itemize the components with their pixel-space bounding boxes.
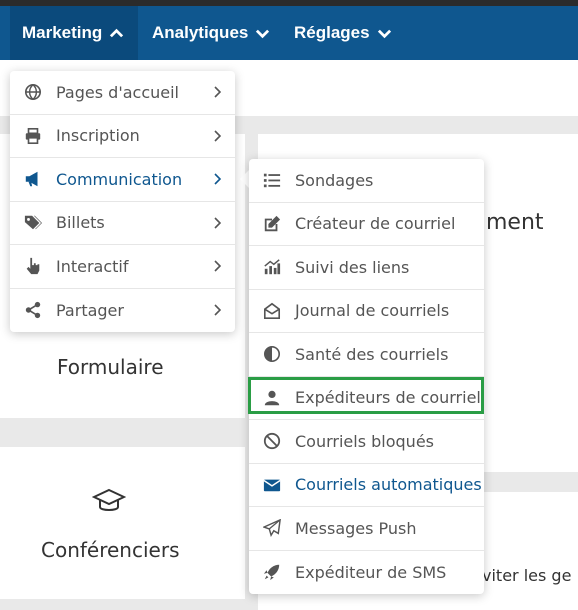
menu-item-interactif[interactable]: Interactif (10, 245, 235, 289)
partial-title-right: ment (486, 210, 544, 235)
submenu-caret (240, 170, 249, 188)
tags-icon (23, 213, 43, 233)
submenu-item-label: Courriels automatiques (295, 475, 482, 495)
nav-reglages-label: Réglages (294, 23, 370, 42)
submenu-item-label: Courriels bloqués (295, 431, 434, 451)
chevron-right-icon (214, 130, 221, 142)
chevron-up-icon (110, 28, 124, 37)
menu-item-pages-accueil[interactable]: Pages d'accueil (10, 71, 235, 115)
edit-icon (262, 214, 282, 234)
conferenciers-card[interactable] (0, 447, 245, 599)
submenu-item-label: Créateur de courriel (295, 214, 456, 234)
paper-plane-icon (262, 518, 282, 538)
submenu-item-label: Expéditeur de SMS (295, 562, 447, 582)
submenu-item-courriels-automatiques[interactable]: Courriels automatiques (249, 464, 484, 507)
chevron-down-icon (256, 29, 270, 38)
menu-item-label: Partager (56, 300, 124, 320)
marketing-dropdown: Pages d'accueil Inscription Communicatio… (10, 71, 235, 332)
list-icon (262, 170, 282, 190)
envelope-open-icon (262, 301, 282, 321)
ban-icon (262, 431, 282, 451)
submenu-item-label: Journal de courriels (295, 301, 450, 321)
nav-marketing[interactable]: Marketing (10, 6, 138, 60)
submenu-item-courriels-bloques[interactable]: Courriels bloqués (249, 420, 484, 464)
menu-item-label: Pages d'accueil (56, 82, 179, 102)
graduation-cap-icon (92, 488, 126, 511)
partial-text-right: viter les ge (482, 566, 572, 585)
menu-item-communication[interactable]: Communication (10, 158, 235, 202)
submenu-item-label: Santé des courriels (295, 344, 449, 364)
nav-analytiques-label: Analytiques (152, 23, 249, 42)
half-circle-icon (262, 344, 282, 364)
hand-pointer-icon (23, 256, 43, 276)
submenu-item-suivi-liens[interactable]: Suivi des liens (249, 246, 484, 290)
envelope-icon (262, 475, 282, 495)
submenu-item-label: Suivi des liens (295, 257, 410, 277)
submenu-item-label: Messages Push (295, 518, 417, 538)
chevron-right-icon (214, 260, 221, 272)
menu-item-partager[interactable]: Partager (10, 289, 235, 333)
chevron-right-icon (214, 173, 221, 185)
submenu-item-label: Sondages (295, 170, 374, 190)
menu-item-label: Communication (56, 169, 183, 189)
submenu-item-messages-push[interactable]: Messages Push (249, 507, 484, 551)
chevron-right-icon (214, 304, 221, 316)
share-icon (23, 300, 43, 320)
chevron-right-icon (214, 86, 221, 98)
menu-item-inscription[interactable]: Inscription (10, 115, 235, 158)
formulaire-title: Formulaire (57, 355, 164, 379)
megaphone-icon (23, 169, 43, 189)
nav-analytiques[interactable]: Analytiques (152, 6, 270, 60)
nav-reglages[interactable]: Réglages (294, 6, 392, 60)
submenu-item-sondages[interactable]: Sondages (249, 159, 484, 203)
conferenciers-title: Conférenciers (41, 538, 180, 562)
highlight-box (248, 377, 484, 414)
submenu-item-createur-courriel[interactable]: Créateur de courriel (249, 203, 484, 246)
chart-icon (262, 257, 282, 277)
globe-icon (23, 82, 43, 102)
menu-item-label: Interactif (56, 256, 129, 276)
chevron-down-icon (377, 29, 391, 38)
printer-icon (23, 126, 43, 146)
submenu-item-sante-courriels[interactable]: Santé des courriels (249, 333, 484, 377)
nav-marketing-label: Marketing (22, 23, 103, 42)
chevron-right-icon (214, 217, 221, 229)
submenu-item-journal-courriels[interactable]: Journal de courriels (249, 290, 484, 333)
rocket-icon (262, 562, 282, 582)
menu-item-billets[interactable]: Billets (10, 202, 235, 245)
menu-item-label: Billets (56, 213, 105, 233)
menu-item-label: Inscription (56, 126, 140, 146)
submenu-item-expediteur-sms[interactable]: Expéditeur de SMS (249, 551, 484, 595)
